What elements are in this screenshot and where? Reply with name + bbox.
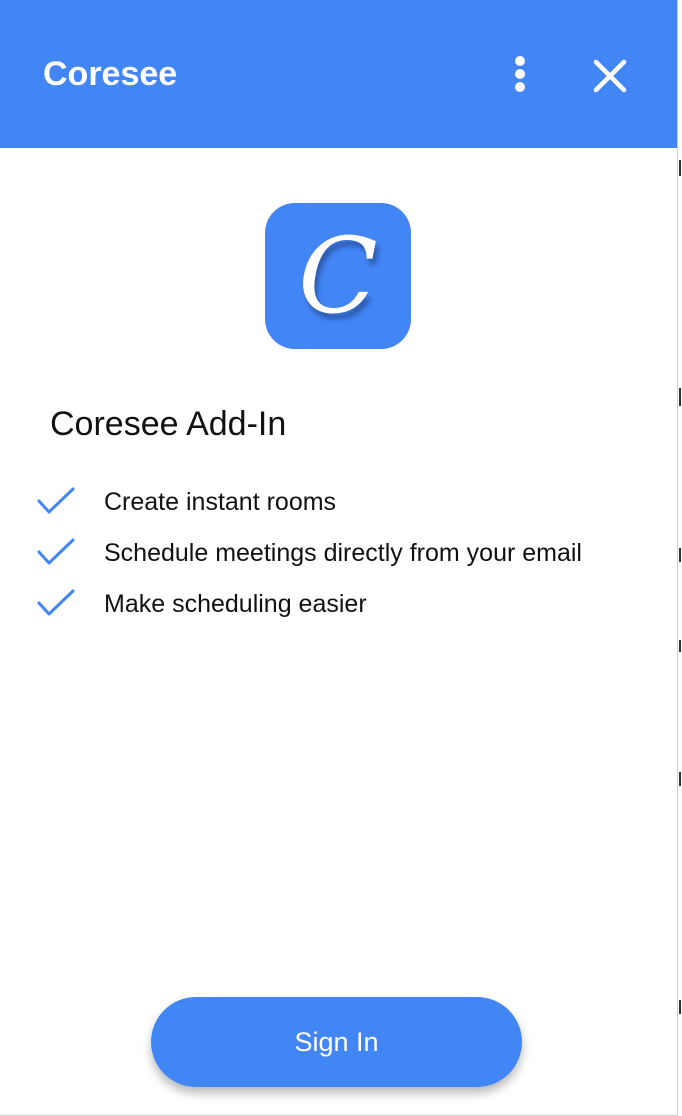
addin-title: Coresee Add-In (50, 405, 287, 443)
feature-label: Schedule meetings directly from your ema… (104, 539, 582, 567)
more-options-button[interactable] (500, 52, 540, 96)
close-button[interactable] (588, 54, 632, 98)
background-window-edge (678, 0, 682, 1116)
feature-label: Create instant rooms (104, 488, 337, 516)
app-title: Coresee (43, 55, 178, 93)
sign-in-button[interactable]: Sign In (151, 997, 522, 1087)
checkmark-icon (37, 589, 75, 616)
logo-letter: C (298, 215, 378, 337)
checkmark-icon (37, 538, 75, 565)
close-icon (593, 59, 627, 93)
feature-label: Make scheduling easier (104, 590, 367, 618)
checkmark-icon (37, 487, 75, 514)
addin-taskpane: Coresee C Coresee Add-In Create instant … (0, 0, 678, 1116)
coresee-logo-icon: C (265, 203, 411, 349)
taskpane-header: Coresee (0, 0, 677, 148)
